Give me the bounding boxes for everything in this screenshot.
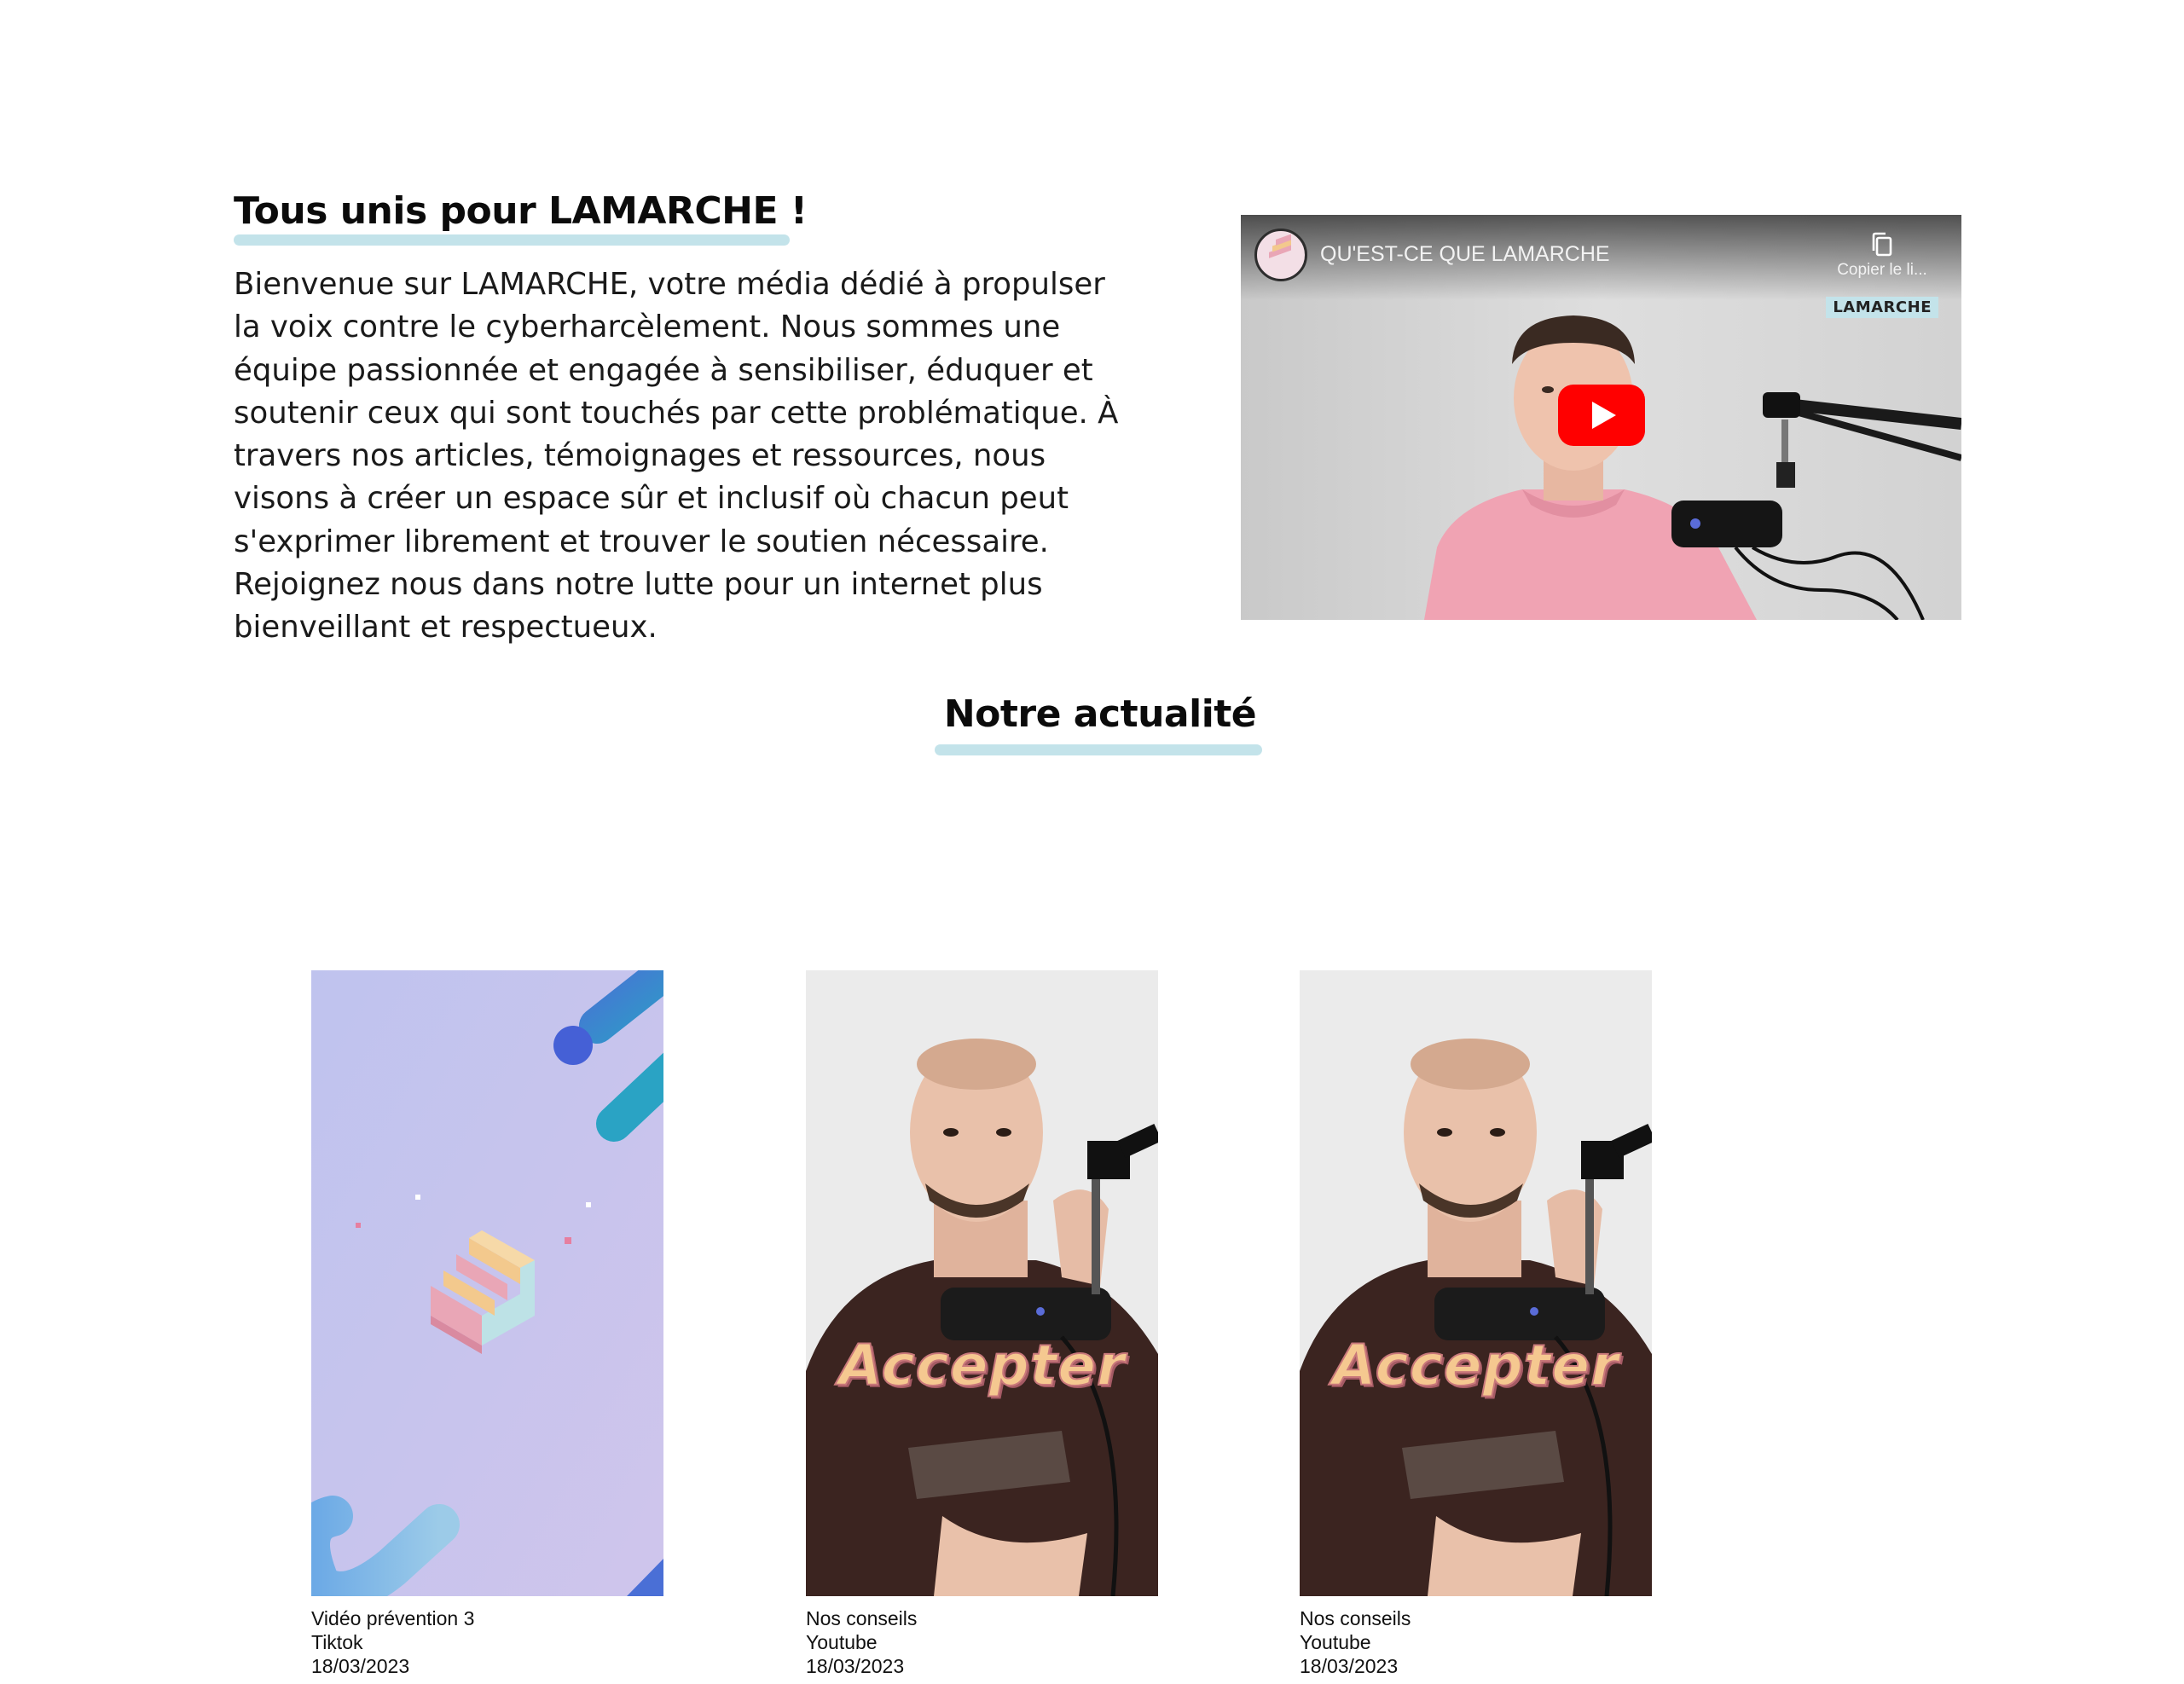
news-card-date: 18/03/2023 (1300, 1655, 1399, 1677)
news-title-underline (935, 744, 1262, 755)
news-card-thumbnail[interactable]: Accepter (806, 970, 1158, 1596)
news-card-thumbnail[interactable] (311, 970, 663, 1596)
copy-icon (1872, 232, 1892, 257)
news-card-platform: Youtube (1300, 1631, 1371, 1653)
news-card-title[interactable]: Nos conseils (1300, 1606, 1652, 1630)
video-embed[interactable]: QU'EST-CE QUE LAMARCHE Copier le li... L… (1241, 215, 1961, 620)
stairs-logo-icon (1269, 234, 1291, 258)
news-card[interactable]: Accepter Nos conseils Youtube 18/03/2023 (1300, 970, 1652, 1678)
youtube-play-icon[interactable] (1558, 385, 1645, 446)
intro-title-underline (234, 234, 790, 246)
copy-link-label: Copier le li... (1837, 261, 1927, 279)
news-card-platform: Tiktok (311, 1631, 363, 1653)
news-card-title[interactable]: Nos conseils (806, 1606, 1158, 1630)
copy-link-button[interactable]: Copier le li... (1831, 232, 1933, 280)
intro-text: Bienvenue sur LAMARCHE, votre média dédi… (234, 267, 1119, 645)
person-video-frame (1300, 970, 1652, 1596)
news-card-title[interactable]: Vidéo prévention 3 (311, 1606, 663, 1630)
news-card-platform: Youtube (806, 1631, 878, 1653)
news-card[interactable]: Vidéo prévention 3 Tiktok 18/03/2023 (311, 970, 663, 1678)
channel-avatar[interactable] (1254, 229, 1307, 281)
person-video-frame (806, 970, 1158, 1596)
lamarche-watermark: LAMARCHE (1826, 297, 1938, 318)
news-card-date: 18/03/2023 (311, 1655, 410, 1677)
news-card[interactable]: Accepter Nos conseils Youtube 18/03/2023 (806, 970, 1158, 1678)
news-title: Notre actualité (943, 692, 1257, 736)
news-card-date: 18/03/2023 (806, 1655, 905, 1677)
intro-title: Tous unis pour LAMARCHE ! (234, 189, 808, 233)
video-caption-overlay: Accepter (1331, 1332, 1619, 1399)
video-caption-overlay: Accepter (837, 1332, 1126, 1399)
video-title[interactable]: QU'EST-CE QUE LAMARCHE (1320, 242, 1610, 267)
news-card-thumbnail[interactable]: Accepter (1300, 970, 1652, 1596)
